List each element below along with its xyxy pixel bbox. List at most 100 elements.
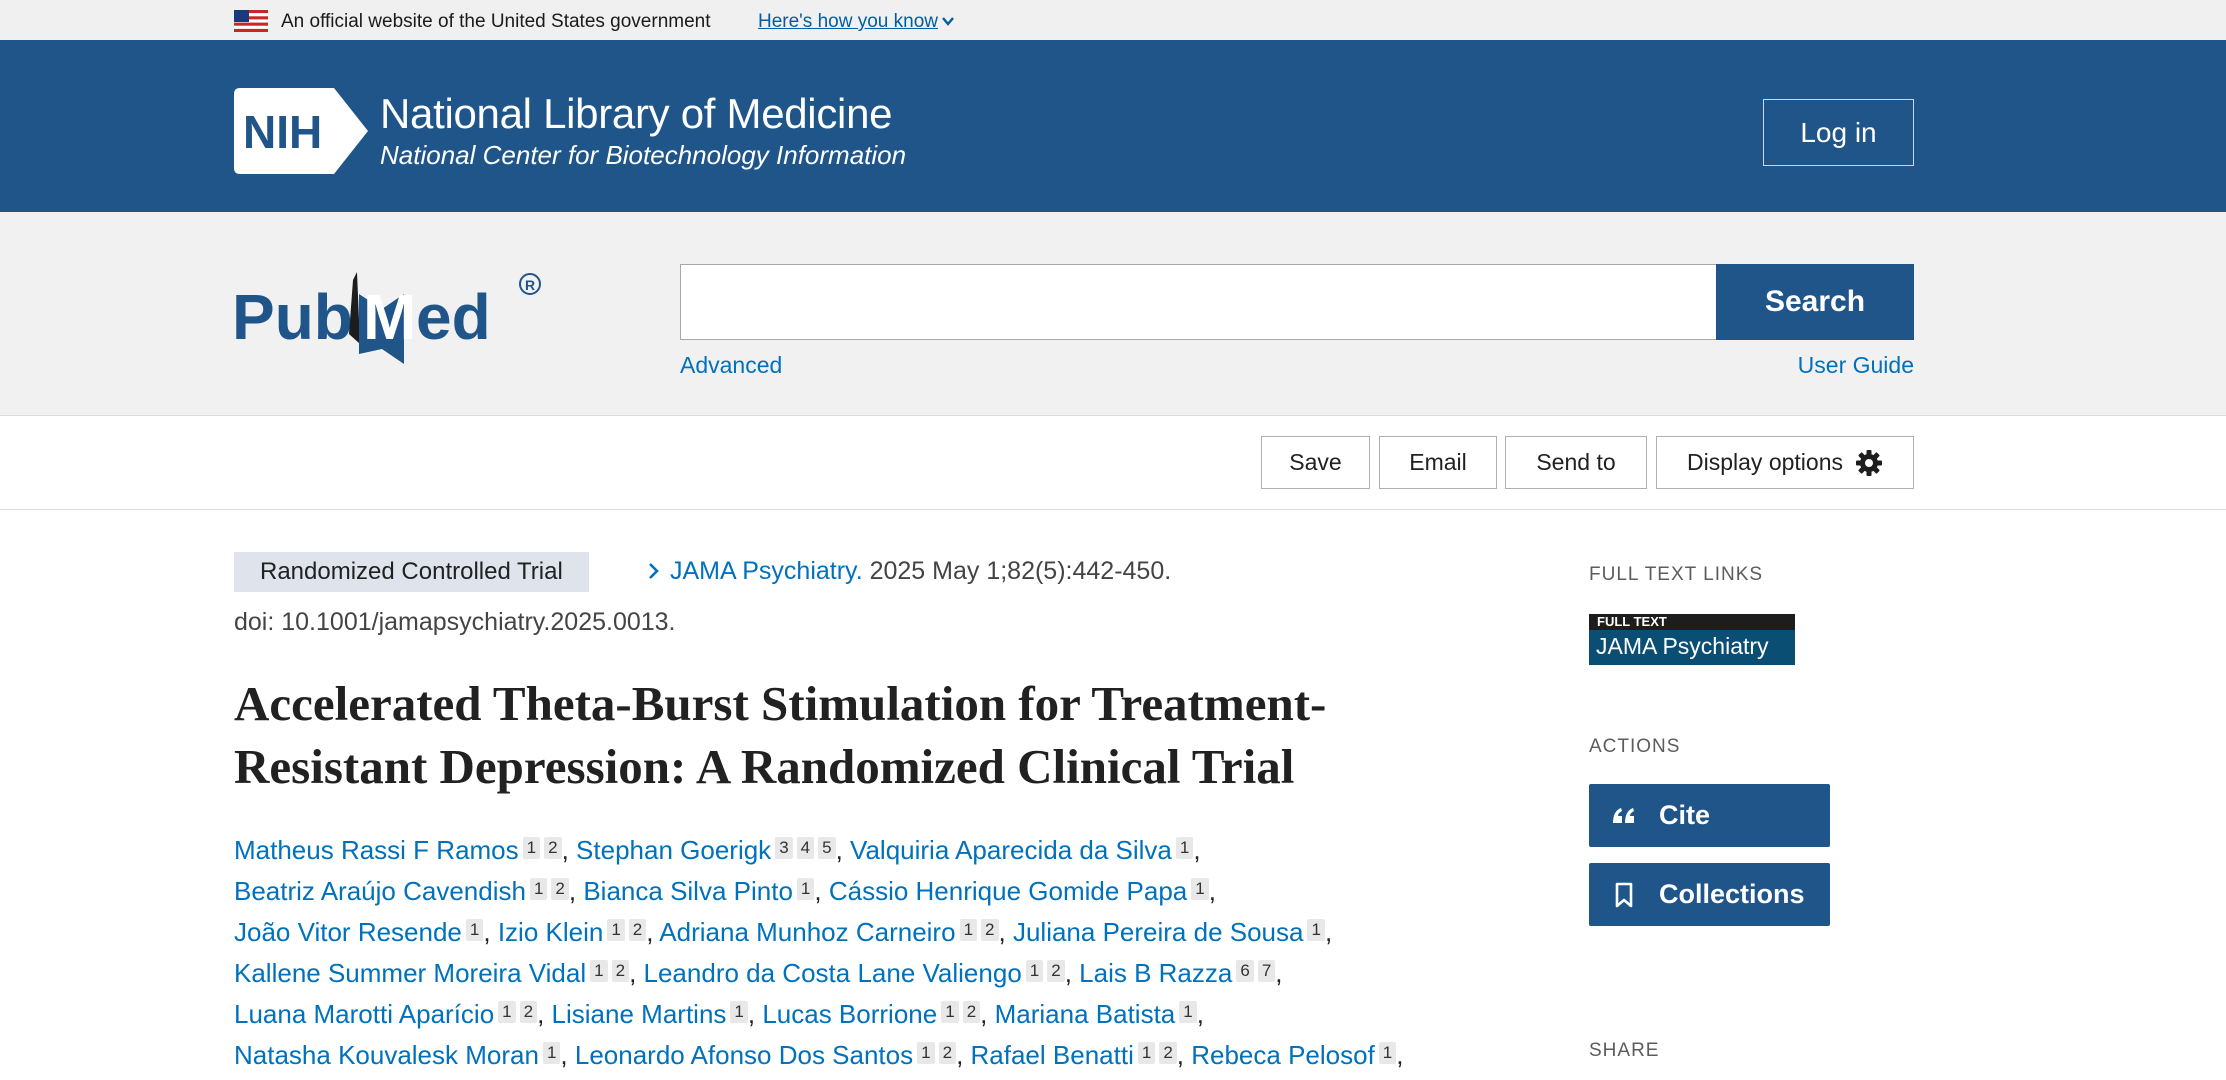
affiliation-marker[interactable]: 1	[959, 919, 978, 941]
actions-toolbar: Save Email Send to Display options	[0, 416, 2226, 510]
author-link[interactable]: Cássio Henrique Gomide Papa	[829, 876, 1187, 906]
author-separator: ,	[1176, 1040, 1192, 1070]
affiliation-marker[interactable]: 4	[796, 837, 815, 859]
journal-link[interactable]: JAMA Psychiatry.	[670, 557, 863, 585]
heres-how-you-know-link[interactable]: Here's how you know	[758, 11, 955, 33]
save-button[interactable]: Save	[1261, 436, 1370, 489]
author-link[interactable]: Beatriz Araújo Cavendish	[234, 876, 526, 906]
affiliation-marker[interactable]: 2	[519, 1001, 538, 1023]
affiliation-marker[interactable]: 1	[529, 878, 548, 900]
affiliation-marker[interactable]: 1	[465, 919, 484, 941]
author-link[interactable]: Lisiane Martins	[552, 999, 727, 1029]
nih-subtitle: National Center for Biotechnology Inform…	[380, 140, 907, 170]
citation-details: 2025 May 1;82(5):442-450.	[862, 557, 1172, 585]
pubmed-logo[interactable]: Pub M ed R	[232, 254, 544, 364]
affiliation-marker[interactable]: 2	[1159, 1042, 1177, 1064]
display-options-button[interactable]: Display options	[1656, 436, 1914, 489]
author-line: Beatriz Araújo Cavendish 1 2, Bianca Silva…	[234, 871, 1534, 912]
author-link[interactable]: Kallene Summer Moreira Vidal	[234, 958, 586, 988]
affiliation-marker[interactable]: 2	[551, 878, 569, 900]
search-input[interactable]	[680, 264, 1717, 340]
author-link[interactable]: Matheus Rassi F Ramos	[234, 835, 519, 865]
author-link[interactable]: Rafael Benatti	[971, 1040, 1134, 1070]
author-separator: ,	[980, 999, 995, 1029]
user-guide-link[interactable]: User Guide	[1798, 352, 1914, 379]
affiliation-marker[interactable]: 7	[1257, 960, 1276, 982]
author-separator: ,	[998, 917, 1013, 947]
author-link[interactable]: Juliana Pereira de Sousa	[1013, 917, 1304, 947]
affiliation-marker[interactable]: 2	[938, 1042, 957, 1064]
cite-label: Cite	[1659, 800, 1711, 830]
author-link[interactable]: Rebeca Pelosof	[1191, 1040, 1375, 1070]
affiliation-marker[interactable]: 2	[1047, 960, 1065, 982]
affiliation-marker[interactable]: 1	[542, 1042, 561, 1064]
advanced-search-link[interactable]: Advanced	[680, 352, 782, 379]
login-button[interactable]: Log in	[1763, 99, 1914, 166]
affiliation-marker[interactable]: 1	[607, 919, 625, 941]
nih-title[interactable]: National Library of Medicine	[380, 90, 893, 138]
affiliation-marker[interactable]: 1	[1307, 919, 1325, 941]
author-link[interactable]: Adriana Munhoz Carneiro	[659, 917, 955, 947]
author-link[interactable]: Valquiria Aparecida da Silva	[850, 835, 1172, 865]
affiliation-marker[interactable]: 1	[522, 837, 541, 859]
author-separator: ,	[646, 917, 660, 947]
affiliation-marker[interactable]: 1	[796, 878, 815, 900]
author-link[interactable]: Stephan Goerigk	[576, 835, 771, 865]
author-link[interactable]: Luana Marotti Aparício	[234, 999, 494, 1029]
affiliation-marker[interactable]: 1	[917, 1042, 935, 1064]
share-heading: SHARE	[1589, 1040, 1660, 1061]
author-link[interactable]: Lais B Razza	[1079, 958, 1232, 988]
us-flag-icon	[234, 10, 268, 32]
cite-button[interactable]: Cite	[1589, 784, 1830, 847]
author-separator: ,	[835, 835, 851, 865]
author-line: João Vitor Resende 1, Izio Klein 1 2, Adria…	[234, 912, 1534, 953]
search-button[interactable]: Search	[1716, 264, 1914, 340]
heres-how-you-know-label: Here's how you know	[758, 11, 938, 32]
affiliation-marker[interactable]: 6	[1236, 960, 1254, 982]
author-separator: ,	[747, 999, 763, 1029]
affiliation-marker[interactable]: 1	[1025, 960, 1044, 982]
affiliation-marker[interactable]: 2	[981, 919, 999, 941]
collections-label: Collections	[1659, 879, 1805, 909]
jama-psychiatry-full-text-link[interactable]: FULL TEXT JAMA Psychiatry	[1589, 614, 1795, 665]
gov-banner-text: An official website of the United States…	[281, 11, 711, 32]
affiliation-marker[interactable]: 2	[628, 919, 647, 941]
affiliation-marker[interactable]: 3	[775, 837, 793, 859]
affiliation-marker[interactable]: 1	[1378, 1042, 1397, 1064]
affiliation-marker[interactable]: 2	[611, 960, 630, 982]
author-link[interactable]: Lucas Borrione	[762, 999, 937, 1029]
nih-logo[interactable]: NIH	[234, 88, 368, 174]
author-link[interactable]: Natasha Kouvalesk Moran	[234, 1040, 539, 1070]
email-button[interactable]: Email	[1379, 436, 1497, 489]
bookmark-icon	[1615, 882, 1633, 907]
author-separator: ,	[629, 958, 644, 988]
publication-type-badge: Randomized Controlled Trial	[234, 552, 589, 592]
author-line: Kallene Summer Moreira Vidal 1 2, Leandro …	[234, 953, 1534, 994]
affiliation-marker[interactable]: 1	[1179, 1001, 1197, 1023]
affiliation-marker[interactable]: 1	[1175, 837, 1194, 859]
author-separator: ,	[568, 876, 584, 906]
author-link[interactable]: Izio Klein	[498, 917, 604, 947]
affiliation-marker[interactable]: 1	[941, 1001, 959, 1023]
send-to-button[interactable]: Send to	[1505, 436, 1647, 489]
affiliation-marker[interactable]: 1	[1191, 878, 1209, 900]
gear-icon	[1855, 449, 1882, 476]
author-link[interactable]: João Vitor Resende	[234, 917, 462, 947]
affiliation-marker[interactable]: 2	[544, 837, 562, 859]
affiliation-marker[interactable]: 1	[590, 960, 608, 982]
author-link[interactable]: Bianca Silva Pinto	[583, 876, 793, 906]
author-link[interactable]: Leandro da Costa Lane Valiengo	[644, 958, 1022, 988]
authors-list: Matheus Rassi F Ramos 1 2, Stephan Goerigk…	[234, 830, 1534, 1076]
affiliation-marker[interactable]: 1	[1137, 1042, 1156, 1064]
doi: doi: 10.1001/jamapsychiatry.2025.0013.	[234, 608, 676, 636]
affiliation-marker[interactable]: 2	[962, 1001, 981, 1023]
author-link[interactable]: Mariana Batista	[995, 999, 1176, 1029]
author-separator: ,	[560, 1040, 575, 1070]
affiliation-marker[interactable]: 1	[730, 1001, 748, 1023]
affiliation-marker[interactable]: 5	[818, 837, 836, 859]
affiliation-marker[interactable]: 1	[498, 1001, 516, 1023]
full-text-badge-label: FULL TEXT	[1589, 614, 1795, 630]
collections-button[interactable]: Collections	[1589, 863, 1830, 926]
nih-logo-text: NIH	[243, 106, 322, 158]
author-link[interactable]: Leonardo Afonso Dos Santos	[575, 1040, 913, 1070]
